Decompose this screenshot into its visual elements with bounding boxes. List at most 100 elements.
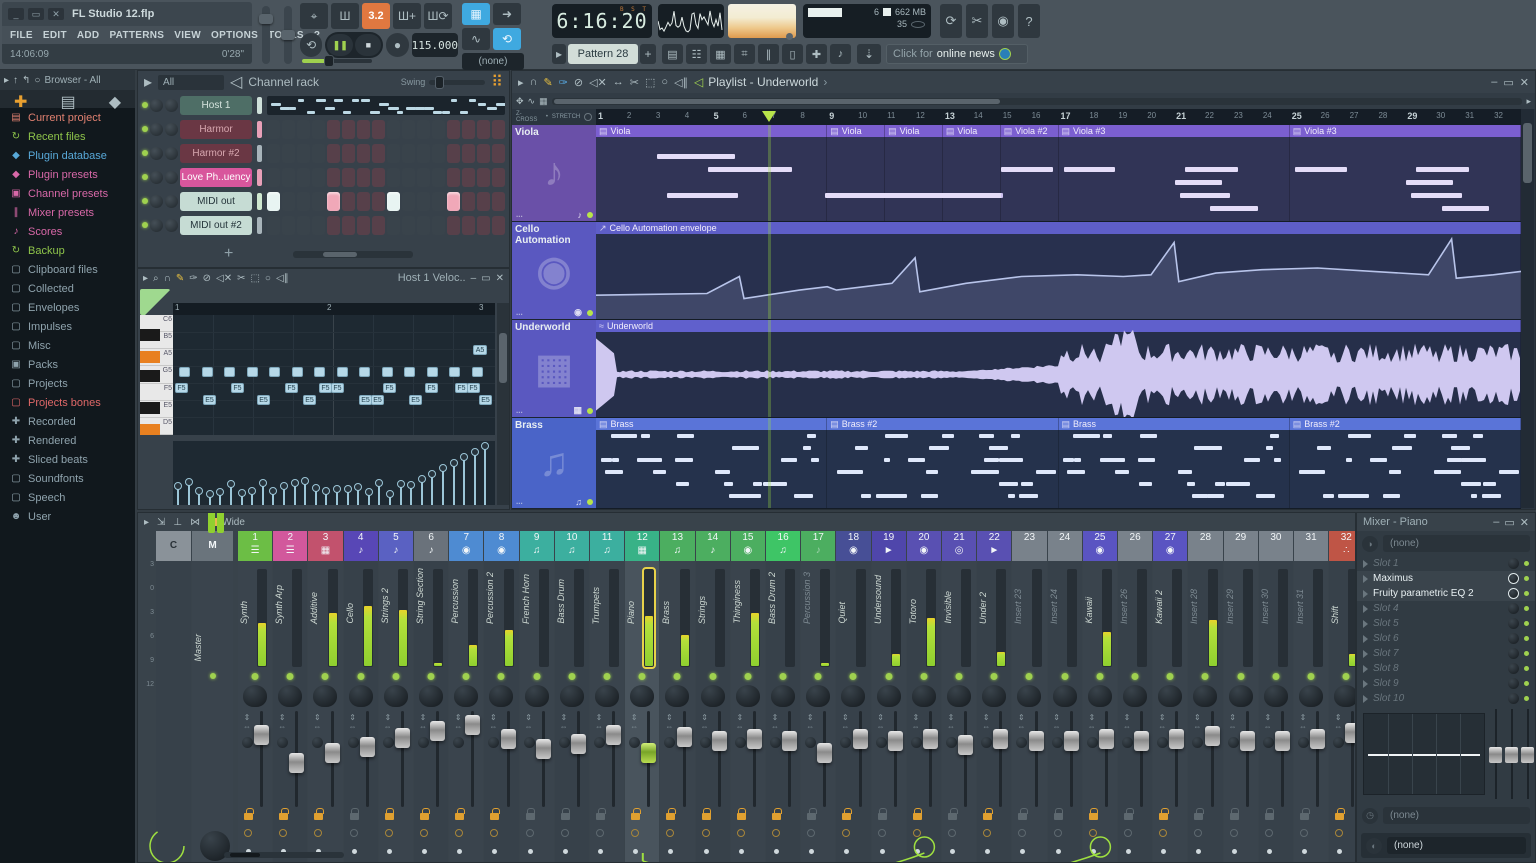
black-key[interactable] [140, 351, 160, 363]
browser-item-misc[interactable]: ▢ Misc [0, 336, 135, 355]
mute-indicator[interactable] [257, 144, 262, 162]
velocity-handle[interactable] [311, 483, 320, 505]
playlist-view-icon[interactable]: ▤ [662, 44, 683, 64]
close-button[interactable]: ✕ [48, 8, 64, 20]
step-4[interactable] [312, 119, 325, 139]
time-input-row[interactable]: ◷ (none) [1357, 803, 1535, 828]
shuffle-slider[interactable] [302, 55, 372, 67]
step-14[interactable] [462, 167, 475, 187]
pattern-add-button[interactable]: + [640, 44, 656, 64]
rack-hscrollbar[interactable] [293, 250, 414, 258]
step-grid[interactable] [267, 167, 505, 187]
tools-icon[interactable]: ⌕ [153, 273, 159, 284]
clip-viola--3[interactable]: ▤ Viola #3 [1058, 125, 1290, 221]
step-6[interactable] [342, 167, 355, 187]
slot-expand-icon[interactable] [1363, 589, 1368, 598]
slot-expand-icon[interactable] [1363, 619, 1368, 628]
back-icon[interactable]: ↰ [22, 75, 30, 86]
step-5[interactable] [327, 143, 340, 163]
step-6[interactable] [342, 119, 355, 139]
note-F5[interactable]: F5 [467, 383, 480, 393]
slot-expand-icon[interactable] [1363, 604, 1368, 613]
mixer-hscrollbar[interactable] [224, 852, 344, 858]
step-2[interactable] [282, 191, 295, 211]
step-4[interactable] [312, 191, 325, 211]
velocity-handle[interactable] [364, 487, 373, 505]
velocity-handle[interactable] [184, 477, 193, 505]
pan-knob[interactable] [150, 98, 163, 112]
step-9[interactable] [387, 215, 400, 235]
velocity-handle[interactable] [205, 490, 214, 505]
touch-controller-icon[interactable]: ♪ [830, 44, 851, 64]
step-15[interactable] [477, 191, 490, 211]
step-grid[interactable] [267, 143, 505, 163]
audio-input-row[interactable]: ◑ (none) [1357, 531, 1535, 556]
step-3[interactable] [297, 167, 310, 187]
pan-knob[interactable] [150, 194, 163, 208]
note-F5[interactable]: F5 [331, 383, 344, 393]
step-7[interactable] [357, 143, 370, 163]
main-pitch-slider[interactable] [281, 6, 295, 64]
project-info-icon[interactable]: ▯ [782, 44, 803, 64]
step-11[interactable] [417, 143, 430, 163]
slide-icon[interactable]: ∿ [528, 96, 536, 107]
piano-key-F5[interactable]: F5 [140, 384, 173, 401]
track-header[interactable]: Viola ♪... ♪ [512, 125, 596, 222]
grid-icon[interactable]: ⠿ [491, 72, 503, 92]
step-15[interactable] [477, 215, 490, 235]
eq-band-faders[interactable] [1489, 709, 1534, 799]
step-15[interactable] [477, 167, 490, 187]
step-13[interactable] [447, 191, 460, 211]
mute-indicator[interactable] [257, 168, 262, 186]
playlist-vscrollbar[interactable] [1521, 109, 1534, 508]
proll-ruler[interactable]: 1 2 3 [173, 303, 495, 315]
step-3[interactable] [297, 143, 310, 163]
browser-item-sliced-beats[interactable]: ✚ Sliced beats [0, 450, 135, 469]
volume-knob[interactable] [165, 194, 178, 208]
slot-expand-icon[interactable] [1363, 574, 1368, 583]
up-icon[interactable]: ↑ [13, 75, 18, 86]
velocity-handle[interactable] [343, 484, 352, 505]
volume-knob[interactable] [165, 98, 178, 112]
note[interactable] [179, 367, 190, 377]
note-F5[interactable]: F5 [231, 383, 244, 393]
output-selector[interactable]: (none) [1387, 837, 1526, 854]
maximize-icon[interactable]: ▭ [481, 273, 490, 284]
effect-slot-7[interactable]: Slot 7 [1357, 646, 1535, 661]
loop-record-icon[interactable]: Ш⟳ [424, 3, 452, 29]
clip-cello-automation-envelope[interactable]: ↗ Cello Automation envelope [596, 222, 1521, 319]
step-1[interactable] [267, 215, 280, 235]
slot-enable-led[interactable] [1524, 591, 1529, 596]
step-8[interactable] [372, 191, 385, 211]
effect-slot-2[interactable]: Maximus [1357, 571, 1535, 586]
channel-rack-titlebar[interactable]: ▸ All ◁ Channel rack Swing ⠿ [138, 71, 509, 93]
clip-name-bar[interactable]: ▤ Brass [596, 418, 828, 430]
pattern-display[interactable]: Pattern 28 [568, 44, 638, 64]
clip-name-bar[interactable]: ▤ Viola [885, 125, 943, 137]
browser-item-projects-bones[interactable]: ▢ Projects bones [0, 393, 135, 412]
effect-slot-8[interactable]: Slot 8 [1357, 661, 1535, 676]
clip-brass[interactable]: ▤ Brass [596, 418, 828, 508]
record-button[interactable]: ● [386, 33, 409, 57]
note[interactable] [381, 367, 393, 377]
track-enable-led[interactable] [587, 310, 593, 316]
channel-led[interactable] [142, 174, 148, 180]
step-14[interactable] [462, 215, 475, 235]
playlist-timeline[interactable]: Z-CROSS • STRETCH 1 2 3 4 5 6 7 8 9 10 11 12 13 14 15 16… [512, 109, 1521, 125]
menu-patterns[interactable]: PATTERNS [109, 30, 164, 41]
playback-icon[interactable]: ◁∥ [276, 273, 289, 284]
zoom-icon[interactable]: ○ [661, 76, 668, 88]
slot-enable-led[interactable] [1524, 696, 1529, 701]
track-lane[interactable]: ↗ Cello Automation envelope [596, 222, 1521, 320]
volume-knob[interactable] [165, 170, 178, 184]
browser-item-packs[interactable]: ▣ Packs [0, 355, 135, 374]
draw-icon[interactable]: ✑ [189, 273, 197, 284]
link-selector[interactable]: (none) [462, 53, 524, 70]
step-9[interactable] [387, 143, 400, 163]
browser-item-scores[interactable]: ♪ Scores [0, 222, 135, 241]
pause-button[interactable]: ❚❚ [327, 34, 354, 56]
step-8[interactable] [372, 119, 385, 139]
step-5[interactable] [327, 119, 340, 139]
velocity-handle[interactable] [354, 482, 363, 505]
browser-item-mixer-presets[interactable]: ∥ Mixer presets [0, 203, 135, 222]
